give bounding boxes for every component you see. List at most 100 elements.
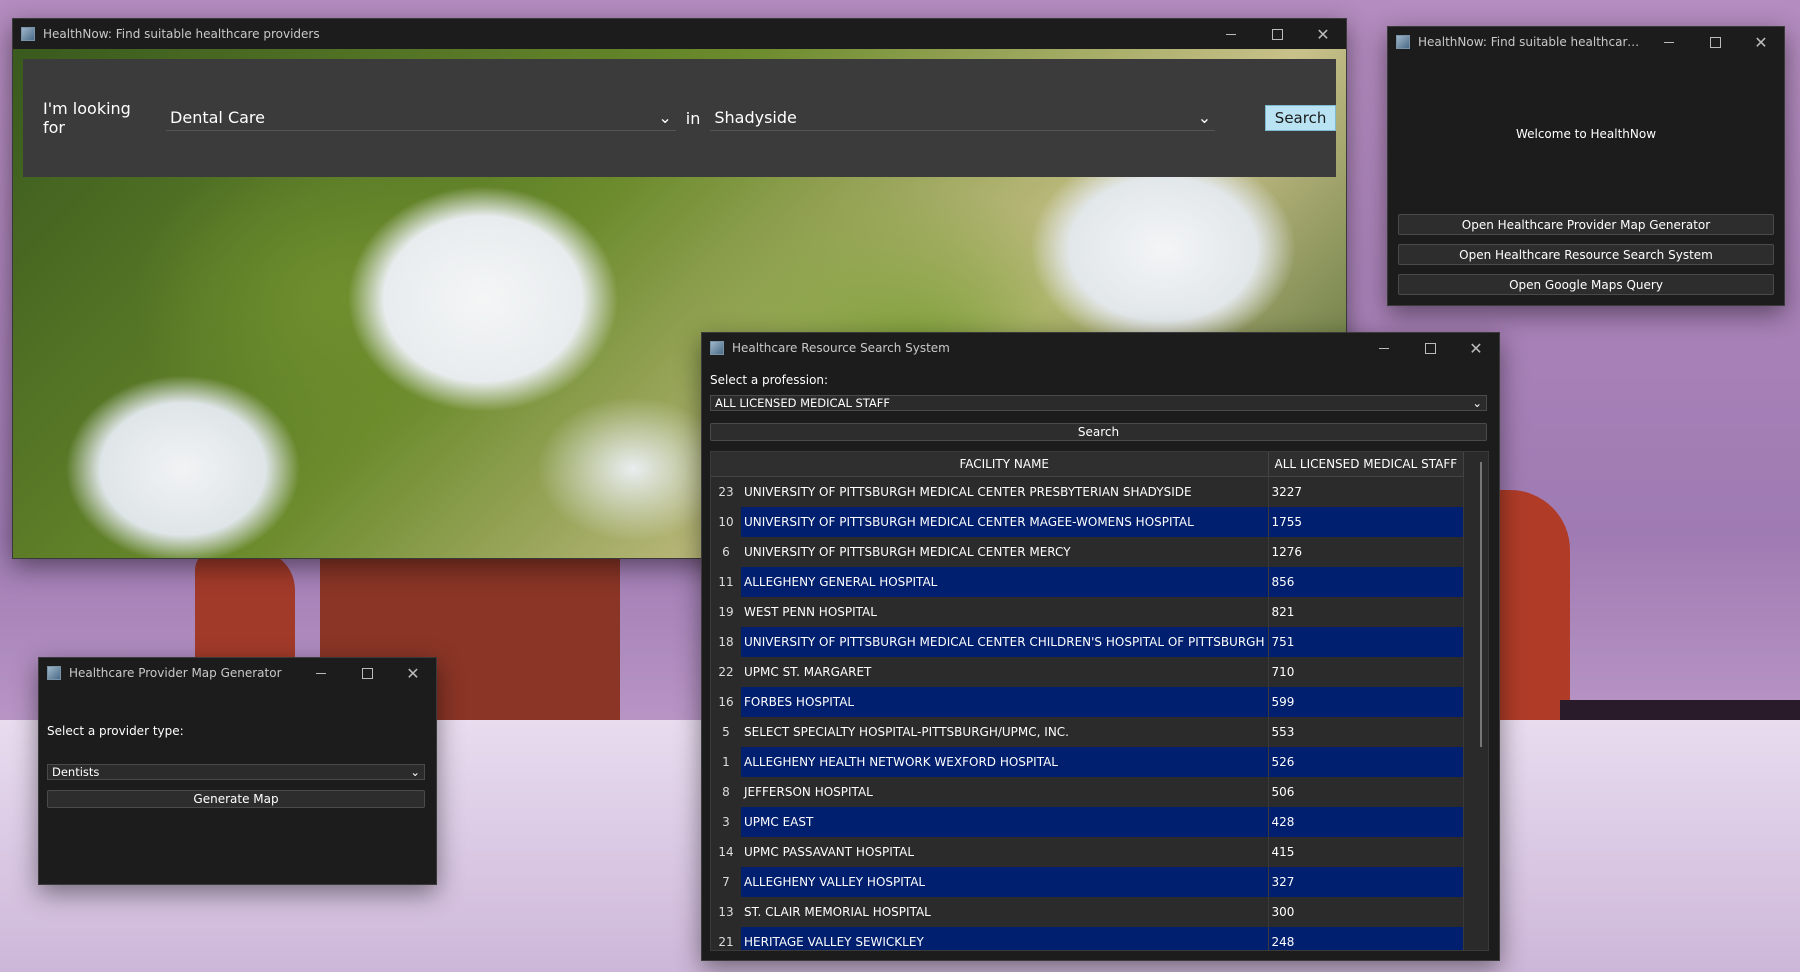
staff-count-cell[interactable]: 751 (1268, 627, 1465, 657)
generate-map-button[interactable]: Generate Map (47, 790, 425, 808)
facility-name-cell[interactable]: UPMC EAST (741, 807, 1269, 837)
facility-name-cell[interactable]: ALLEGHENY HEALTH NETWORK WEXFORD HOSPITA… (741, 747, 1269, 777)
minimize-icon[interactable] (1208, 19, 1254, 49)
main-titlebar[interactable]: HealthNow: Find suitable healthcare prov… (13, 19, 1346, 49)
staff-count-cell[interactable]: 428 (1268, 807, 1465, 837)
staff-count-cell[interactable]: 526 (1268, 747, 1465, 777)
table-row[interactable]: 7 ALLEGHENY VALLEY HOSPITAL 327 (711, 867, 1465, 897)
location-value: Shadyside (714, 108, 797, 127)
table-row[interactable]: 1 ALLEGHENY HEALTH NETWORK WEXFORD HOSPIT… (711, 747, 1465, 777)
vertical-scrollbar[interactable] (1480, 462, 1482, 747)
table-row[interactable]: 22 UPMC ST. MARGARET 710 (711, 657, 1465, 687)
staff-count-cell[interactable]: 821 (1268, 597, 1465, 627)
maximize-icon[interactable] (344, 658, 390, 688)
row-number: 11 (711, 567, 741, 597)
facility-name-cell[interactable]: UPMC ST. MARGARET (741, 657, 1269, 687)
location-select[interactable]: Shadyside ⌄ (710, 105, 1216, 131)
staff-count-cell[interactable]: 1755 (1268, 507, 1465, 537)
row-number: 23 (711, 476, 741, 507)
table-row[interactable]: 18 UNIVERSITY OF PITTSBURGH MEDICAL CENTE… (711, 627, 1465, 657)
facility-name-cell[interactable]: UNIVERSITY OF PITTSBURGH MEDICAL CENTER … (741, 507, 1269, 537)
row-number: 10 (711, 507, 741, 537)
table-row[interactable]: 21 HERITAGE VALLEY SEWICKLEY 248 (711, 927, 1465, 950)
window-title: HealthNow: Find suitable healthcare prov… (43, 27, 320, 41)
facility-name-cell[interactable]: HERITAGE VALLEY SEWICKLEY (741, 927, 1269, 950)
maximize-icon[interactable] (1692, 27, 1738, 57)
row-number: 16 (711, 687, 741, 717)
row-number: 1 (711, 747, 741, 777)
table-row[interactable]: 11 ALLEGHENY GENERAL HOSPITAL 856 (711, 567, 1465, 597)
window-title: Healthcare Provider Map Generator (69, 666, 282, 680)
open-resource-search-button[interactable]: Open Healthcare Resource Search System (1398, 244, 1774, 265)
minimize-icon[interactable] (1646, 27, 1692, 57)
staff-count-cell[interactable]: 1276 (1268, 537, 1465, 567)
facility-name-cell[interactable]: JEFFERSON HOSPITAL (741, 777, 1269, 807)
row-number: 21 (711, 927, 741, 950)
service-select[interactable]: Dental Care ⌄ (166, 105, 676, 131)
staff-count-cell[interactable]: 415 (1268, 837, 1465, 867)
app-icon (47, 666, 61, 680)
row-number: 22 (711, 657, 741, 687)
profession-select[interactable]: ALL LICENSED MEDICAL STAFF ⌄ (710, 395, 1487, 411)
facility-name-cell[interactable]: UNIVERSITY OF PITTSBURGH MEDICAL CENTER … (741, 537, 1269, 567)
minimize-icon[interactable] (298, 658, 344, 688)
column-header-staff-count[interactable]: ALL LICENSED MEDICAL STAFF (1268, 452, 1465, 477)
staff-count-cell[interactable]: 599 (1268, 687, 1465, 717)
row-number: 18 (711, 627, 741, 657)
close-icon[interactable]: ✕ (1453, 333, 1499, 363)
table-row[interactable]: 3 UPMC EAST 428 (711, 807, 1465, 837)
row-number: 7 (711, 867, 741, 897)
close-icon[interactable]: ✕ (1738, 27, 1784, 57)
chevron-down-icon: ⌄ (658, 108, 672, 127)
map-titlebar[interactable]: Healthcare Provider Map Generator ✕ (39, 658, 436, 688)
facility-name-cell[interactable]: UNIVERSITY OF PITTSBURGH MEDICAL CENTER … (741, 476, 1269, 507)
maximize-icon[interactable] (1407, 333, 1453, 363)
table-row[interactable]: 10 UNIVERSITY OF PITTSBURGH MEDICAL CENTE… (711, 507, 1465, 537)
facility-name-cell[interactable]: FORBES HOSPITAL (741, 687, 1269, 717)
results-table: FACILITY NAME ALL LICENSED MEDICAL STAFF… (710, 451, 1489, 951)
open-google-maps-button[interactable]: Open Google Maps Query (1398, 274, 1774, 295)
provider-type-select[interactable]: Dentists ⌄ (47, 764, 425, 780)
staff-count-cell[interactable]: 3227 (1268, 476, 1465, 507)
chevron-down-icon: ⌄ (410, 765, 420, 779)
table-row[interactable]: 6 UNIVERSITY OF PITTSBURGH MEDICAL CENTER… (711, 537, 1465, 567)
staff-count-cell[interactable]: 506 (1268, 777, 1465, 807)
app-icon (1396, 35, 1410, 49)
table-row[interactable]: 14 UPMC PASSAVANT HOSPITAL 415 (711, 837, 1465, 867)
app-icon (710, 341, 724, 355)
facility-name-cell[interactable]: ALLEGHENY GENERAL HOSPITAL (741, 567, 1269, 597)
staff-count-cell[interactable]: 327 (1268, 867, 1465, 897)
facility-name-cell[interactable]: SELECT SPECIALTY HOSPITAL-PITTSBURGH/UPM… (741, 717, 1269, 747)
facility-name-cell[interactable]: UNIVERSITY OF PITTSBURGH MEDICAL CENTER … (741, 627, 1269, 657)
welcome-text: Welcome to HealthNow (1515, 127, 1657, 141)
close-icon[interactable]: ✕ (1300, 19, 1346, 49)
open-map-generator-button[interactable]: Open Healthcare Provider Map Generator (1398, 214, 1774, 235)
facility-name-cell[interactable]: ALLEGHENY VALLEY HOSPITAL (741, 867, 1269, 897)
provider-type-value: Dentists (52, 765, 100, 779)
minimize-icon[interactable] (1361, 333, 1407, 363)
staff-count-cell[interactable]: 710 (1268, 657, 1465, 687)
facility-name-cell[interactable]: UPMC PASSAVANT HOSPITAL (741, 837, 1269, 867)
table-row[interactable]: 8 JEFFERSON HOSPITAL 506 (711, 777, 1465, 807)
search-button[interactable]: Search (1265, 105, 1336, 131)
close-icon[interactable]: ✕ (390, 658, 436, 688)
search-button[interactable]: Search (710, 423, 1487, 441)
welcome-titlebar[interactable]: HealthNow: Find suitable healthcare prov… (1388, 27, 1784, 57)
staff-count-cell[interactable]: 300 (1268, 897, 1465, 927)
resource-titlebar[interactable]: Healthcare Resource Search System ✕ (702, 333, 1499, 363)
profession-label: Select a profession: (710, 373, 829, 387)
column-header-facility-name[interactable]: FACILITY NAME (741, 452, 1269, 477)
table-row[interactable]: 19 WEST PENN HOSPITAL 821 (711, 597, 1465, 627)
service-value: Dental Care (170, 108, 265, 127)
maximize-icon[interactable] (1254, 19, 1300, 49)
table-row[interactable]: 5 SELECT SPECIALTY HOSPITAL-PITTSBURGH/UP… (711, 717, 1465, 747)
staff-count-cell[interactable]: 248 (1268, 927, 1465, 950)
staff-count-cell[interactable]: 856 (1268, 567, 1465, 597)
facility-name-cell[interactable]: WEST PENN HOSPITAL (741, 597, 1269, 627)
table-row[interactable]: 23 UNIVERSITY OF PITTSBURGH MEDICAL CENTE… (711, 476, 1465, 507)
table-row[interactable]: 16 FORBES HOSPITAL 599 (711, 687, 1465, 717)
staff-count-cell[interactable]: 553 (1268, 717, 1465, 747)
table-row[interactable]: 13 ST. CLAIR MEMORIAL HOSPITAL 300 (711, 897, 1465, 927)
row-number: 5 (711, 717, 741, 747)
facility-name-cell[interactable]: ST. CLAIR MEMORIAL HOSPITAL (741, 897, 1269, 927)
